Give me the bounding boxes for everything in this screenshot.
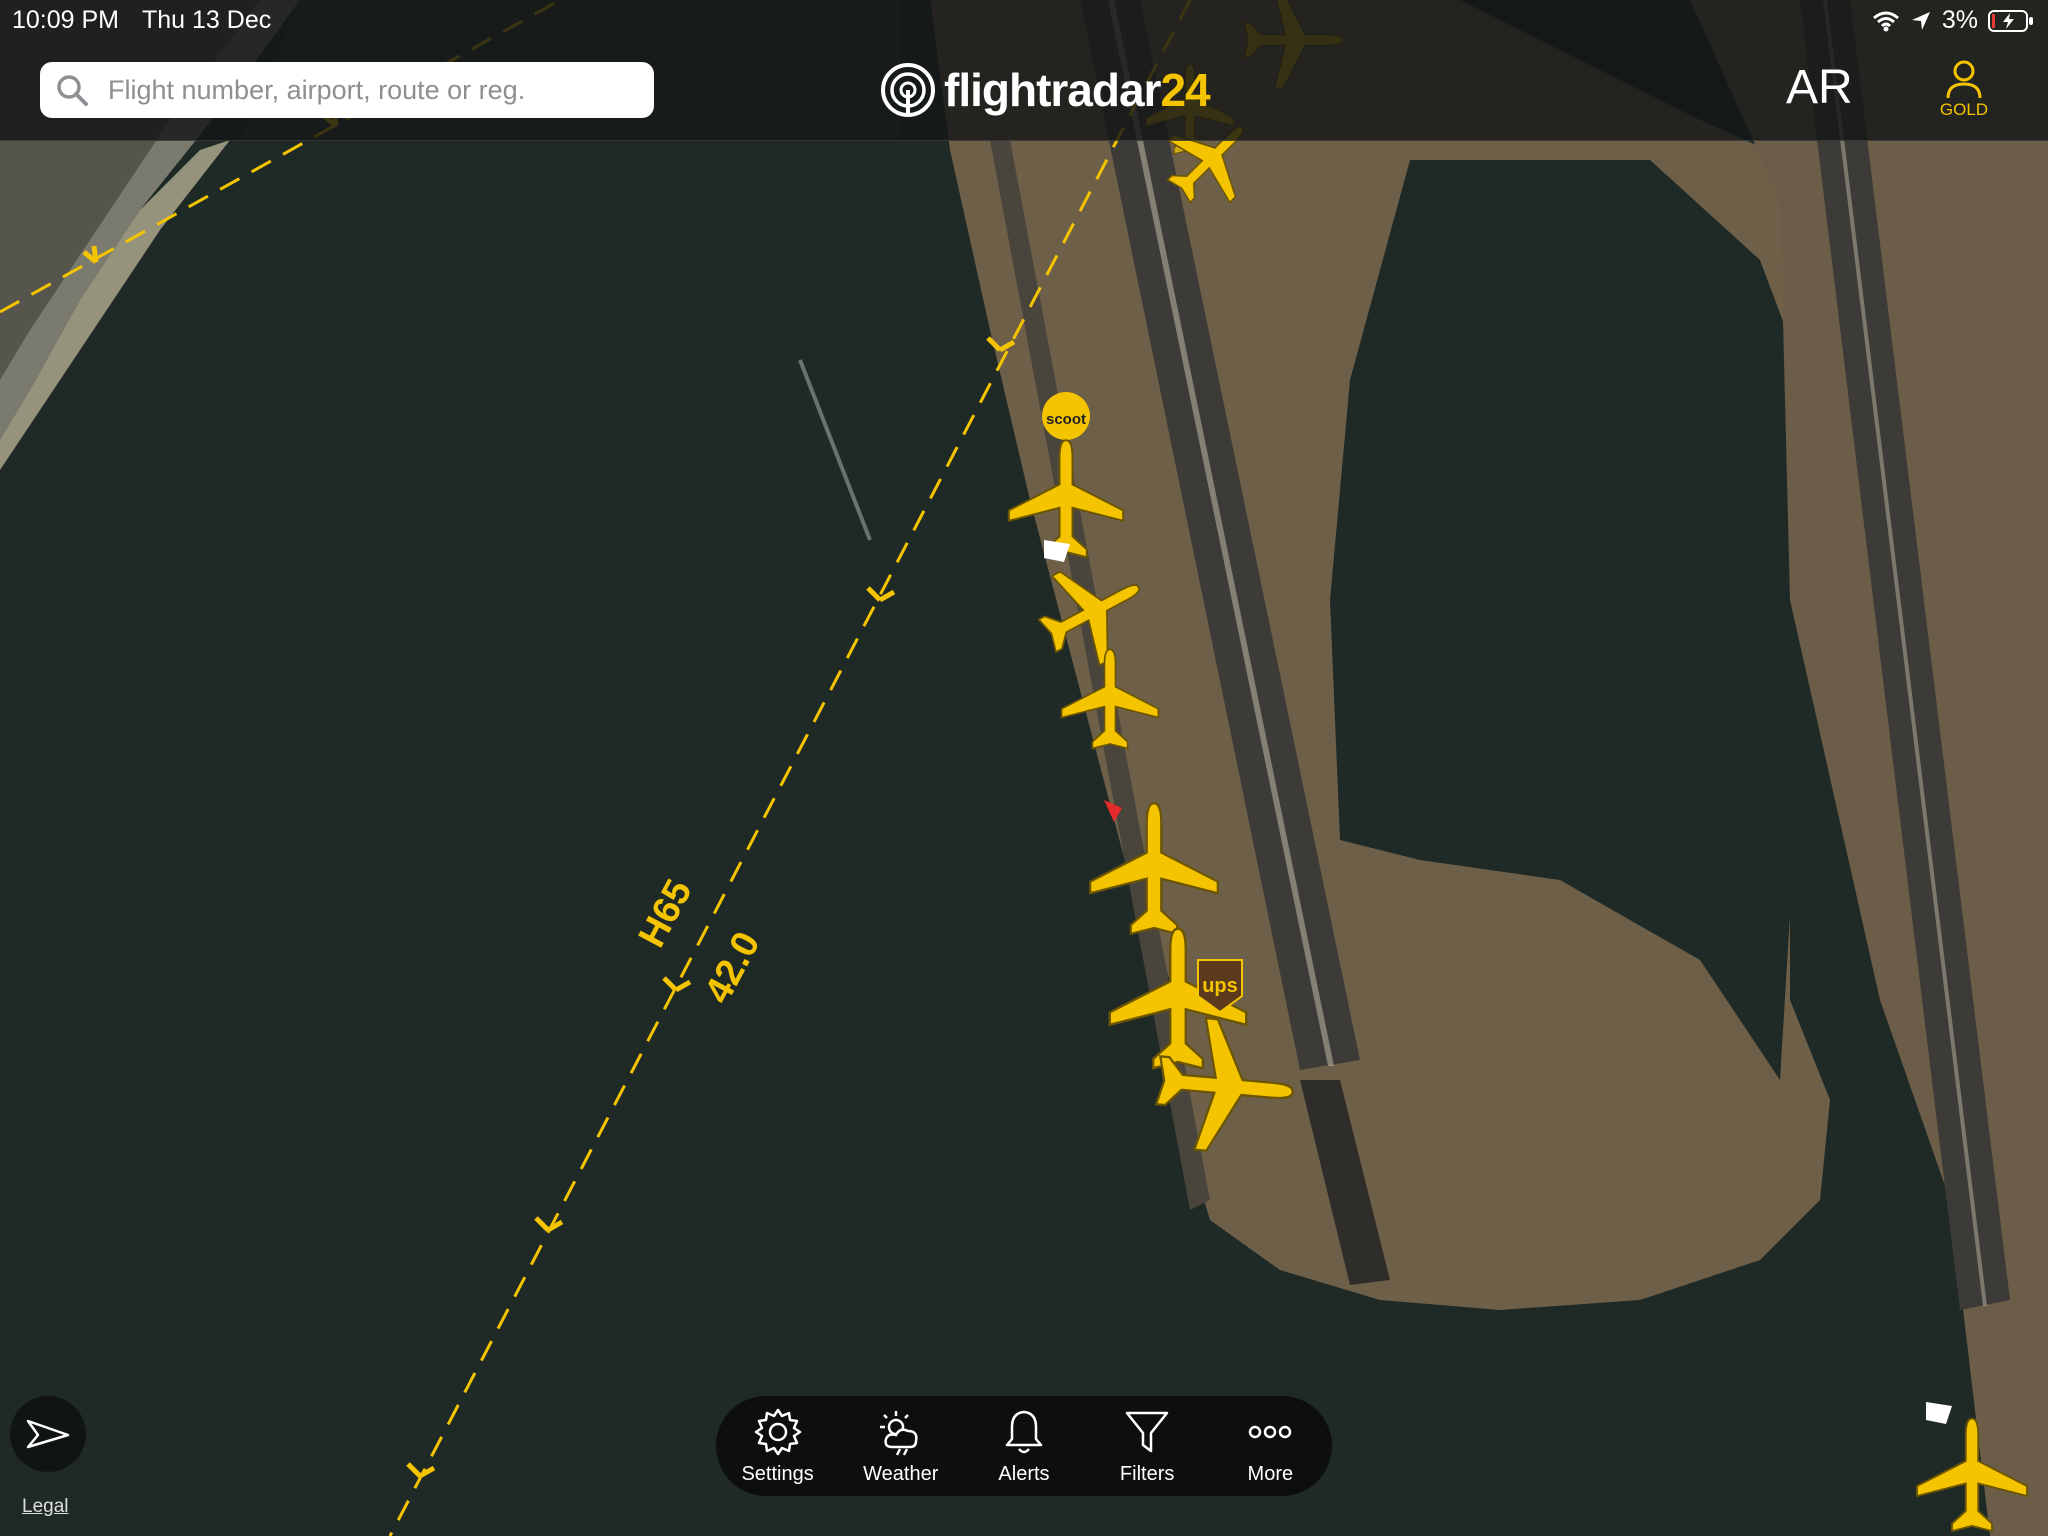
more-button[interactable]: More (1215, 1407, 1325, 1486)
status-right: 3% (1872, 6, 2034, 35)
status-date: Thu 13 Dec (142, 6, 272, 34)
search-icon (57, 75, 88, 106)
weather-label: Weather (863, 1462, 939, 1485)
account-button[interactable]: GOLD (1936, 58, 1992, 120)
alerts-button[interactable]: Alerts (969, 1407, 1079, 1486)
radar-icon (881, 63, 935, 117)
location-arrow-icon (26, 1419, 70, 1449)
gear-icon (754, 1408, 801, 1455)
location-arrow-icon (1911, 11, 1930, 30)
logo: flightradar24 (880, 58, 1211, 122)
ups-logo: ups (1202, 975, 1238, 997)
filters-button[interactable]: Filters (1092, 1407, 1202, 1486)
settings-button[interactable]: Settings (723, 1407, 833, 1486)
status-bar: 10:09 PM Thu 13 Dec 3% (0, 0, 2048, 40)
weather-icon (879, 1410, 918, 1456)
map-view[interactable]: H65 42.0 scoot ups (0, 0, 2048, 1536)
alerts-label: Alerts (998, 1462, 1050, 1485)
battery-percent: 3% (1941, 6, 1978, 34)
logo-text: flightradar24 (944, 63, 1211, 117)
bell-icon (1005, 1410, 1043, 1453)
wifi-icon (1872, 11, 1899, 31)
search-bar[interactable] (40, 62, 654, 118)
ar-button[interactable]: AR (1786, 60, 1853, 115)
filters-label: Filters (1119, 1462, 1175, 1485)
more-label: More (1247, 1462, 1294, 1485)
settings-label: Settings (741, 1462, 814, 1485)
account-tier-label: GOLD (1939, 100, 1989, 119)
bottom-toolbar: Settings Weather Alerts Filters More (716, 1396, 1332, 1496)
user-icon (1946, 60, 1982, 99)
logo-word: flightradar (944, 64, 1161, 116)
locate-button[interactable] (10, 1396, 86, 1472)
filter-icon (1125, 1411, 1169, 1452)
legal-link[interactable]: Legal (22, 1496, 69, 1518)
more-icon (1249, 1425, 1292, 1438)
weather-button[interactable]: Weather (846, 1407, 956, 1486)
battery-charging-icon (1988, 9, 2033, 32)
search-input[interactable] (106, 73, 630, 107)
scoot-logo: scoot (1046, 411, 1086, 428)
status-time: 10:09 PM (12, 6, 120, 34)
logo-number: 24 (1160, 64, 1210, 116)
